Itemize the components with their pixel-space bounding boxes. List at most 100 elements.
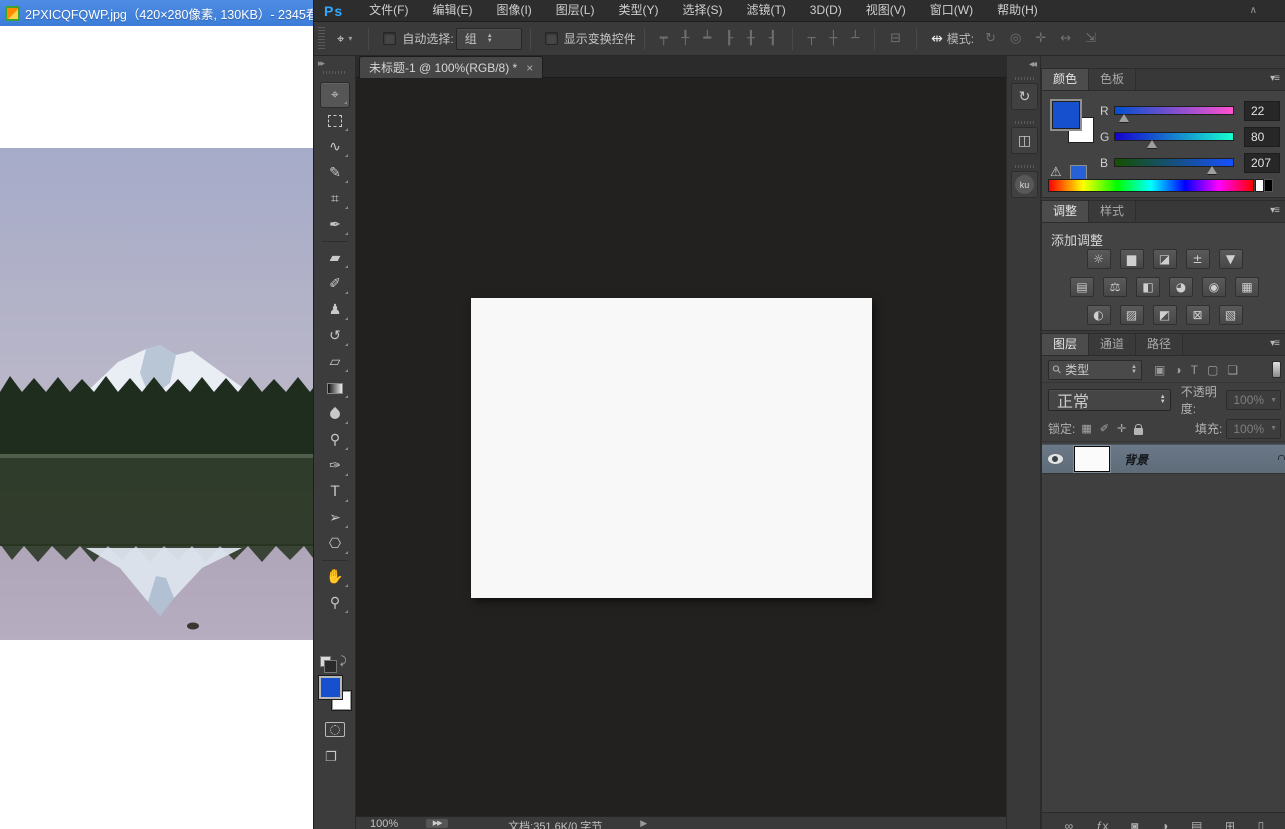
lasso-tool[interactable]: ∿ <box>320 134 350 160</box>
hue-saturation-icon[interactable]: ▤ <box>1070 277 1094 297</box>
history-brush-tool[interactable]: ↺ <box>320 323 350 349</box>
3d-rotate-icon[interactable]: ↻ <box>978 31 1003 46</box>
auto-select-dropdown[interactable]: 组 ▲▼ <box>456 28 522 50</box>
blue-value-field[interactable]: 207 <box>1244 153 1280 173</box>
properties-panel-cell[interactable]: ◫ <box>1010 118 1039 160</box>
brightness-contrast-icon[interactable]: ☼ <box>1087 249 1111 269</box>
gamut-color-swatch[interactable] <box>1070 165 1087 180</box>
lock-transparent-icon[interactable]: ▦ <box>1081 422 1091 435</box>
marquee-tool[interactable] <box>320 108 350 134</box>
panel-menu-icon[interactable]: ▾≡ <box>1270 338 1279 349</box>
3d-slide-icon[interactable]: ↔ <box>1053 31 1078 46</box>
tools-grip[interactable] <box>323 71 347 74</box>
tab-paths[interactable]: 路径 <box>1136 334 1183 355</box>
dock-collapse-icon[interactable]: ◂◂ <box>1029 59 1035 70</box>
tab-swatches[interactable]: 色板 <box>1089 69 1136 90</box>
invert-icon[interactable]: ◐ <box>1087 305 1111 325</box>
filter-smartobject-icon[interactable]: ❏ <box>1227 363 1238 377</box>
foreground-color-swatch[interactable] <box>319 676 342 699</box>
auto-align-icon[interactable]: ⊟ <box>883 31 908 46</box>
menu-item[interactable]: 选择(S) <box>670 0 734 21</box>
posterize-icon[interactable]: ▨ <box>1120 305 1144 325</box>
distribute-top-icon[interactable]: ┬ <box>801 31 823 46</box>
distribute-bottom-icon[interactable]: ┴ <box>844 31 866 46</box>
filter-toggle-switch[interactable] <box>1272 361 1281 378</box>
color-spectrum-bar[interactable] <box>1048 179 1254 192</box>
history-panel-cell[interactable]: ↻ <box>1010 74 1039 116</box>
menu-item[interactable]: 图层(L) <box>544 0 607 21</box>
panel-menu-icon[interactable]: ▾≡ <box>1270 73 1279 84</box>
vibrance-icon[interactable]: ▼ <box>1219 249 1243 269</box>
3d-drag-icon[interactable]: ✛ <box>1028 31 1053 46</box>
history-panel-icon[interactable]: ↻ <box>1011 83 1038 110</box>
menu-item[interactable]: 图像(I) <box>484 0 543 21</box>
gamut-warning-icon[interactable]: ⚠ <box>1050 165 1062 180</box>
blue-slider-handle[interactable] <box>1207 166 1217 174</box>
type-tool[interactable]: T <box>320 479 350 505</box>
crop-tool[interactable]: ⌗ <box>320 186 350 212</box>
tools-collapse-icon[interactable]: ▸▸ <box>318 58 323 69</box>
path-select-tool[interactable]: ➢ <box>320 505 350 531</box>
clone-stamp-tool[interactable]: ♟ <box>320 297 350 323</box>
fill-dropdown[interactable]: 100% ▼ <box>1226 419 1281 439</box>
tab-layers[interactable]: 图层 <box>1042 334 1089 355</box>
photoshop-logo[interactable]: Ps <box>314 3 357 19</box>
document-tab[interactable]: 未标题-1 @ 100%(RGB/8) * × <box>359 56 543 78</box>
status-drag-icon[interactable]: ▶▶ <box>426 819 448 828</box>
green-slider-handle[interactable] <box>1147 140 1157 148</box>
tab-close-icon[interactable]: × <box>526 61 533 75</box>
menu-item[interactable]: 视图(V) <box>854 0 918 21</box>
auto-select-checkbox[interactable] <box>383 32 396 45</box>
menu-item[interactable]: 类型(Y) <box>606 0 670 21</box>
black-white-icon[interactable]: ◧ <box>1136 277 1160 297</box>
red-slider-handle[interactable] <box>1119 114 1129 122</box>
spot-healing-tool[interactable]: ▰ <box>320 245 350 271</box>
delete-layer-icon[interactable]: ▯ <box>1258 819 1265 829</box>
color-lookup-icon[interactable]: ▦ <box>1235 277 1259 297</box>
lock-pixels-icon[interactable]: ✐ <box>1100 422 1109 435</box>
filter-adjustment-icon[interactable]: ◑ <box>1174 363 1181 377</box>
opacity-dropdown[interactable]: 100% ▼ <box>1226 390 1281 410</box>
shape-tool[interactable]: ⎔ <box>320 531 350 557</box>
tab-channels[interactable]: 通道 <box>1089 334 1136 355</box>
chevron-up-icon[interactable]: ∧ <box>1250 5 1257 16</box>
gradient-map-icon[interactable]: ⊠ <box>1186 305 1210 325</box>
swap-colors-icon[interactable]: ⤸ <box>340 654 347 668</box>
red-value-field[interactable]: 22 <box>1244 101 1280 121</box>
viewer-titlebar[interactable]: 2PXICQFQWP.jpg（420×280像素, 130KB）- 2345看图 <box>0 0 313 26</box>
align-left-icon[interactable]: ┠ <box>718 31 740 46</box>
gradient-tool[interactable] <box>320 375 350 401</box>
brush-tool[interactable]: ✐ <box>320 271 350 297</box>
spectrum-white-swatch[interactable] <box>1255 179 1264 192</box>
curves-icon[interactable]: ◪ <box>1153 249 1177 269</box>
green-value-field[interactable]: 80 <box>1244 127 1280 147</box>
layer-visibility-cell[interactable] <box>1042 454 1068 464</box>
zoom-level-field[interactable]: 100% <box>370 818 398 829</box>
distribute-vcenter-icon[interactable]: ┼ <box>823 31 845 46</box>
align-hcenter-icon[interactable]: ╂ <box>740 31 762 46</box>
menu-item[interactable]: 滤镜(T) <box>734 0 797 21</box>
quick-select-tool[interactable]: ✎ <box>320 160 350 186</box>
zoom-tool[interactable]: ⚲ <box>320 590 350 616</box>
hand-tool[interactable]: ✋ <box>320 564 350 590</box>
layer-style-icon[interactable]: ƒx <box>1096 819 1109 829</box>
menu-item[interactable]: 帮助(H) <box>985 0 1050 21</box>
show-transform-checkbox[interactable] <box>545 32 558 45</box>
menu-item[interactable]: 窗口(W) <box>918 0 985 21</box>
canvas[interactable] <box>471 298 872 598</box>
kuler-panel-cell[interactable]: ku <box>1010 162 1039 204</box>
levels-icon[interactable]: ▆ <box>1120 249 1144 269</box>
tab-styles[interactable]: 样式 <box>1089 201 1136 222</box>
new-adjustment-icon[interactable]: ◑ <box>1161 819 1168 829</box>
status-expand-icon[interactable]: ▶ <box>640 818 647 829</box>
red-slider-track[interactable] <box>1114 106 1234 115</box>
tool-preset-dropdown-icon[interactable]: ▾ <box>348 34 352 43</box>
color-balance-icon[interactable]: ⚖ <box>1103 277 1127 297</box>
lock-all-icon[interactable] <box>1134 428 1143 435</box>
tab-adjustments[interactable]: 调整 <box>1042 201 1089 222</box>
layer-mask-icon[interactable]: ◙ <box>1131 819 1138 829</box>
move-tool[interactable]: ⌖ <box>320 82 350 108</box>
align-bottom-icon[interactable]: ┷ <box>696 31 718 46</box>
green-slider-track[interactable] <box>1114 132 1234 141</box>
eyedropper-tool[interactable]: ✒ <box>320 212 350 238</box>
